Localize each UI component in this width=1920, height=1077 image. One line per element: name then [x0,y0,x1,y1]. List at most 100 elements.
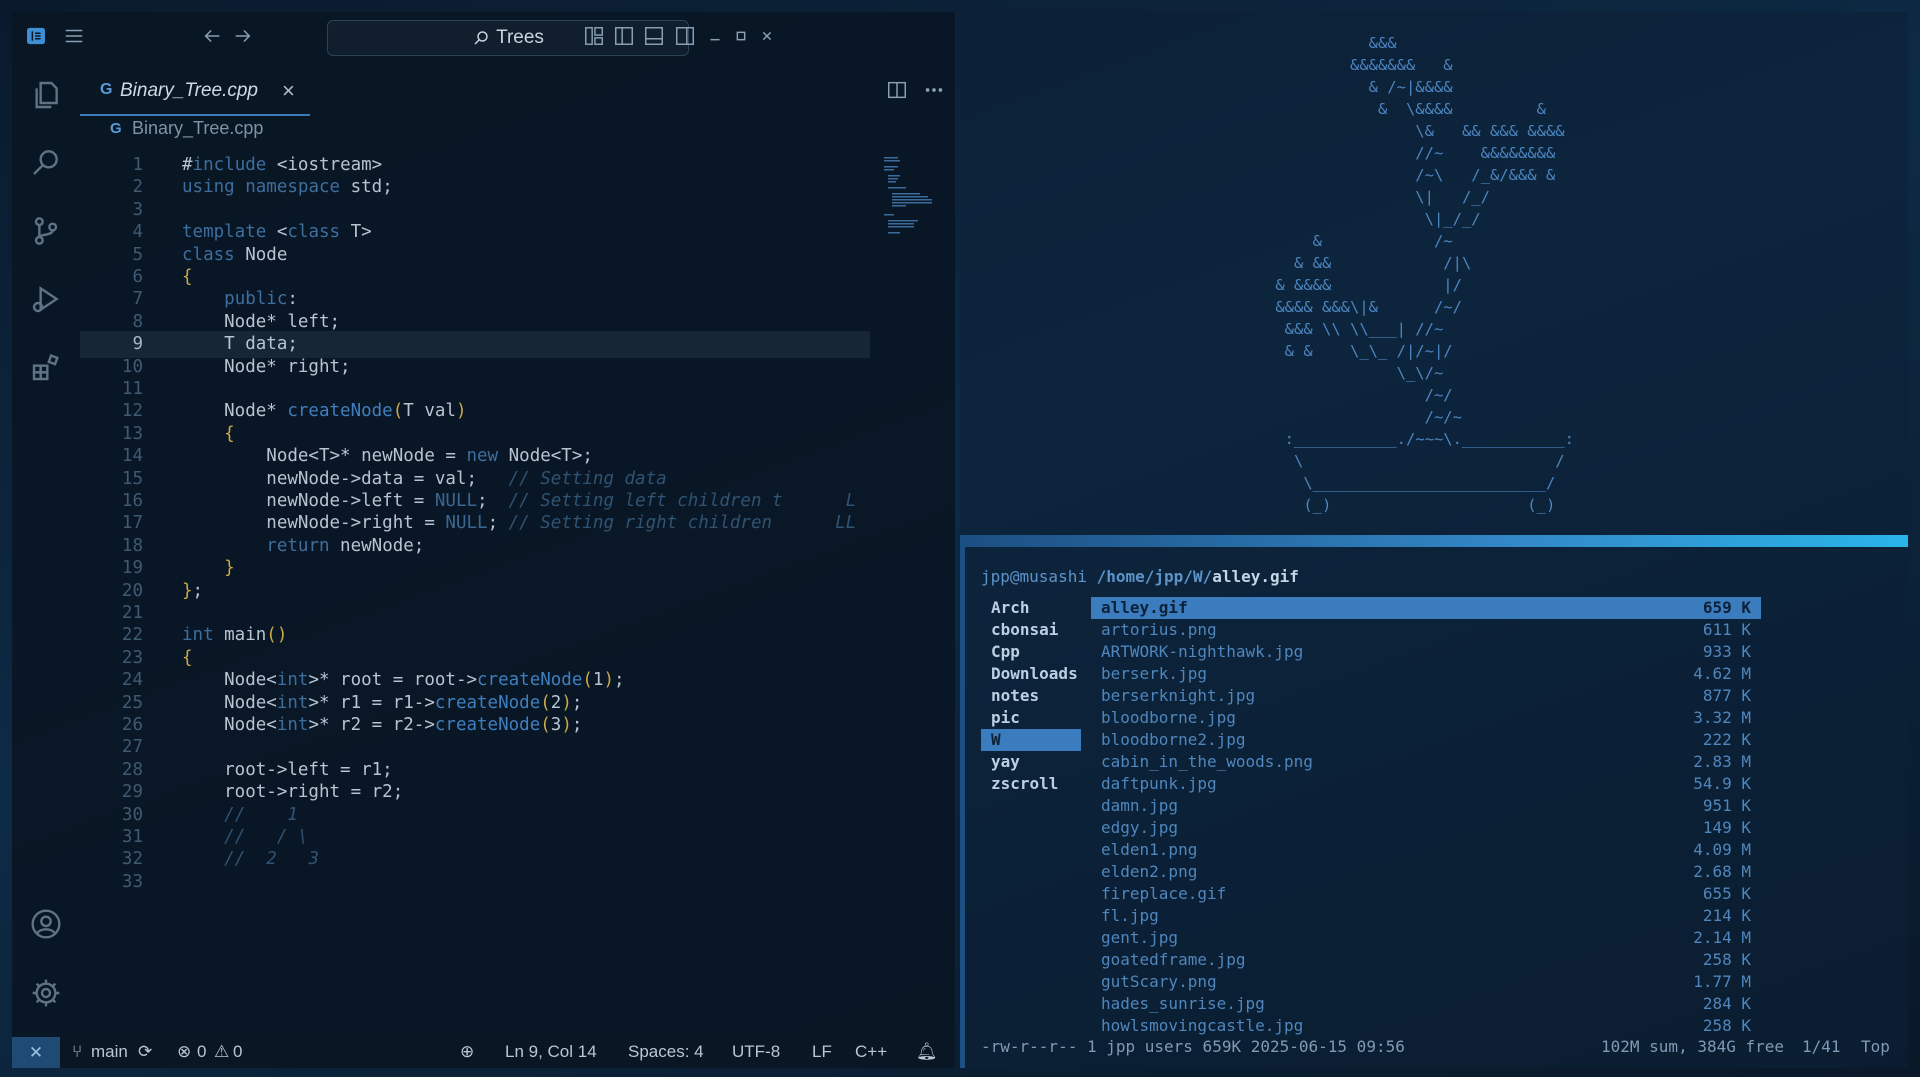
terminal-window[interactable]: &&& &&&&&&& & & /~|&&&& & \&&&& & \& && … [960,12,1908,1068]
explorer-icon[interactable] [29,78,63,112]
minimize-icon[interactable] [703,24,727,48]
file-item[interactable]: daftpunk.jpg 54.9 K [1091,773,1761,795]
directory-item[interactable]: Downloads [981,663,1081,685]
file-item[interactable]: cabin_in_the_woods.png 2.83 M [1091,751,1761,773]
source-control-icon[interactable] [29,214,63,248]
file-item[interactable]: edgy.jpg 149 K [1091,817,1761,839]
tab-binary-tree-cpp[interactable]: G Binary_Tree.cpp × [80,70,310,116]
file-item[interactable]: alley.gif 659 K [1091,597,1761,619]
extensions-icon[interactable] [29,350,63,384]
branch-icon: ⑂ [72,1042,83,1061]
file-size: 284 K [1702,994,1751,1013]
back-arrow-icon[interactable] [200,24,224,48]
file-size: 659 K [1702,598,1751,617]
file-name: damn.jpg [1101,796,1179,815]
directory-item[interactable]: pic [981,707,1081,729]
remote-indicator[interactable]: ✕ [12,1037,60,1068]
file-info: -rw-r--r-- 1 jpp users 659K 2025-06-15 0… [981,1037,1405,1056]
more-actions-icon[interactable] [922,78,946,102]
file-item[interactable]: bloodborne.jpg 3.32 M [1091,707,1761,729]
run-debug-icon[interactable] [29,282,63,316]
minimap[interactable] [884,157,934,237]
split-editor-icon[interactable] [885,78,909,102]
file-item[interactable]: hades_sunrise.jpg 284 K [1091,993,1761,1015]
file-size: 4.62 M [1693,664,1751,683]
activity-bar [12,12,80,1037]
bonsai-ascii-art: &&& &&&&&&& & & /~|&&&& & \&&&& & \& && … [1275,34,1574,514]
file-item[interactable]: gutScary.png 1.77 M [1091,971,1761,993]
file-item[interactable]: berserknight.jpg 877 K [1091,685,1761,707]
close-window-icon[interactable] [755,24,779,48]
directory-item[interactable]: W [981,729,1081,751]
notification-bell-icon[interactable]: 🔔︎ [916,1042,938,1062]
settings-gear-icon[interactable] [29,976,63,1010]
file-item[interactable]: bloodborne2.jpg 222 K [1091,729,1761,751]
toggle-secondary-sidebar-icon[interactable] [673,24,697,48]
file-item[interactable]: elden2.png 2.68 M [1091,861,1761,883]
warning-count[interactable]: 0 [233,1042,242,1062]
directory-item[interactable]: zscroll [981,773,1081,795]
file-name: fireplace.gif [1101,884,1227,903]
file-manager-header: jpp@musashi /home/jpp/W/alley.gif [981,567,1299,586]
pane-divider [960,535,1908,547]
file-item[interactable]: berserk.jpg 4.62 M [1091,663,1761,685]
encoding[interactable]: UTF-8 [732,1042,780,1062]
file-name: elden2.png [1101,862,1198,881]
file-size: 54.9 K [1693,774,1751,793]
directory-item[interactable]: cbonsai [981,619,1081,641]
directory-item[interactable]: Cpp [981,641,1081,663]
account-icon[interactable] [29,907,63,941]
maximize-icon[interactable] [729,24,753,48]
file-item[interactable]: fl.jpg 214 K [1091,905,1761,927]
cursor-position[interactable]: Ln 9, Col 14 [505,1042,597,1062]
cpp-file-icon: G [100,81,113,98]
file-item[interactable]: fireplace.gif 655 K [1091,883,1761,905]
status-bar: ✕ ⑂ main ⟳ ⊗ 0 ⚠ 0 ⊕ Ln 9, Col 14 Spaces… [12,1037,955,1068]
error-count[interactable]: 0 [197,1042,206,1062]
file-size: 2.68 M [1693,862,1751,881]
file-item[interactable]: goatedframe.jpg 258 K [1091,949,1761,971]
directory-item[interactable]: notes [981,685,1081,707]
prompt-user: jpp@musashi [981,567,1087,586]
file-size: 258 K [1702,1016,1751,1035]
file-item[interactable]: damn.jpg 951 K [1091,795,1761,817]
file-size: 214 K [1702,906,1751,925]
line-ending[interactable]: LF [812,1042,832,1062]
file-item[interactable]: howlsmovingcastle.jpg 258 K [1091,1015,1761,1037]
customize-layout-icon[interactable] [582,24,606,48]
directory-item[interactable]: Arch [981,597,1081,619]
branch-name[interactable]: main [91,1042,128,1062]
forward-arrow-icon[interactable] [231,24,255,48]
file-name: gutScary.png [1101,972,1217,991]
zoom-icon[interactable]: ⊕ [460,1042,474,1062]
file-name: ARTWORK-nighthawk.jpg [1101,642,1304,661]
vscode-window: Trees G Binary_Tree.cpp × G Binary_Tree.… [12,12,955,1068]
language-mode[interactable]: C++ [855,1042,887,1062]
toggle-panel-icon[interactable] [642,24,666,48]
file-size: 611 K [1702,620,1751,639]
toggle-sidebar-icon[interactable] [612,24,636,48]
file-name: berserk.jpg [1101,664,1207,683]
file-name: edgy.jpg [1101,818,1179,837]
close-tab-icon[interactable]: × [282,78,295,104]
sync-icon[interactable]: ⟳ [138,1042,152,1062]
tab-label: Binary_Tree.cpp [120,80,258,101]
file-name: cabin_in_the_woods.png [1101,752,1313,771]
file-name: goatedframe.jpg [1101,950,1246,969]
file-size: 149 K [1702,818,1751,837]
file-item[interactable]: elden1.png 4.09 M [1091,839,1761,861]
file-size: 4.09 M [1693,840,1751,859]
indentation[interactable]: Spaces: 4 [628,1042,704,1062]
search-icon[interactable] [29,145,63,179]
file-name: elden1.png [1101,840,1198,859]
file-item[interactable]: artorius.png 611 K [1091,619,1761,641]
code-line[interactable]: 33 [80,869,870,896]
file-position: 1/41 [1802,1037,1841,1056]
file-item[interactable]: ARTWORK-nighthawk.jpg 933 K [1091,641,1761,663]
disk-summary: 102M sum, 384G free [1601,1037,1785,1056]
prompt-path: /home/jpp/W/ [1096,567,1213,586]
file-item[interactable]: gent.jpg 2.14 M [1091,927,1761,949]
directory-item[interactable]: yay [981,751,1081,773]
code-editor[interactable]: 1 #include <iostream> 2 using namespace std… [80,156,880,1042]
error-icon: ⊗ [177,1042,192,1061]
